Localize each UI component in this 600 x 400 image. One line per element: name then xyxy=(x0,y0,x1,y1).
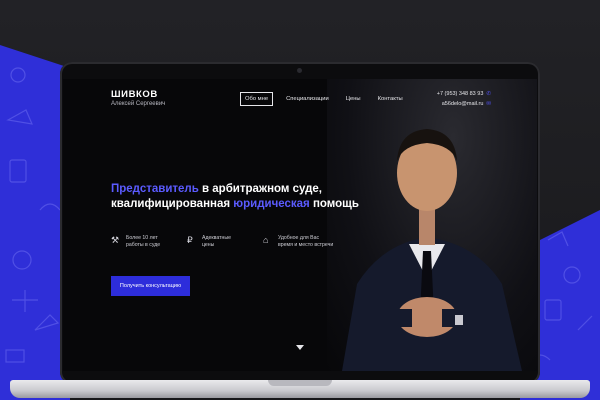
nav-item-about[interactable]: Обо мне xyxy=(240,92,274,106)
ruble-icon: ₽ xyxy=(187,235,193,245)
headline-part: юридическая xyxy=(233,198,310,210)
logo-subtitle: Алексей Сергеевич xyxy=(111,101,166,107)
main-nav: Обо мне Специализации Цены Контакты xyxy=(240,92,407,106)
nav-item-contacts[interactable]: Контакты xyxy=(374,93,407,105)
feature-meeting: ⌂ Удобное для Вас время и место встречи xyxy=(263,235,343,249)
feature-text: Более 10 лет работы в суде xyxy=(126,235,160,249)
feature-experience: ⚒ Более 10 лет работы в суде xyxy=(111,235,171,249)
headline-part: в арбитражном суде, xyxy=(202,183,322,195)
nav-item-prices[interactable]: Цены xyxy=(342,93,365,105)
mail-icon: ✉ xyxy=(486,101,491,107)
email-address[interactable]: a56delo@mail.ru xyxy=(442,99,484,109)
headline-part: помощь xyxy=(312,198,359,210)
laptop-screen: ШИВКОВ Алексей Сергеевич Обо мне Специал… xyxy=(63,79,537,371)
logo-name: ШИВКОВ xyxy=(111,89,158,100)
laptop-base xyxy=(10,380,590,398)
briefcase-icon: ⌂ xyxy=(263,235,269,245)
email-line[interactable]: a56delo@mail.ru ✉ xyxy=(437,99,491,109)
features-list: ⚒ Более 10 лет работы в суде ₽ Адекватны… xyxy=(111,235,343,249)
phone-number[interactable]: +7 (953) 348 83 93 xyxy=(437,89,484,99)
phone-line[interactable]: +7 (953) 348 83 93 ✆ xyxy=(437,89,491,99)
contacts: +7 (953) 348 83 93 ✆ a56delo@mail.ru ✉ xyxy=(437,89,491,109)
tools-icon: ⚒ xyxy=(111,235,120,245)
feature-line: цены xyxy=(202,242,215,248)
camera-icon xyxy=(297,68,302,73)
feature-line: работы в суде xyxy=(126,242,161,248)
feature-prices: ₽ Адекватные цены xyxy=(187,235,247,249)
hero-photo xyxy=(327,79,537,371)
get-consultation-button[interactable]: Получить консультацию xyxy=(111,276,190,296)
logo[interactable]: ШИВКОВ Алексей Сергеевич xyxy=(111,89,165,107)
hero-headline: Представитель в арбитражном суде, квалиф… xyxy=(111,182,411,212)
feature-line: Адекватные xyxy=(202,235,231,241)
feature-text: Адекватные цены xyxy=(202,235,231,249)
feature-text: Удобное для Вас время и место встречи xyxy=(278,235,333,249)
headline-part: квалифицированная xyxy=(111,198,231,210)
phone-icon: ✆ xyxy=(486,91,491,97)
laptop-notch xyxy=(268,380,332,386)
lawyer-portrait xyxy=(342,129,522,371)
feature-line: Более 10 лет xyxy=(126,235,158,241)
nav-item-specializations[interactable]: Специализации xyxy=(282,93,333,105)
feature-line: время и место встречи xyxy=(278,242,334,248)
scroll-down-icon[interactable] xyxy=(296,345,304,350)
headline-part: Представитель xyxy=(111,183,199,195)
feature-line: Удобное для Вас xyxy=(278,235,320,241)
